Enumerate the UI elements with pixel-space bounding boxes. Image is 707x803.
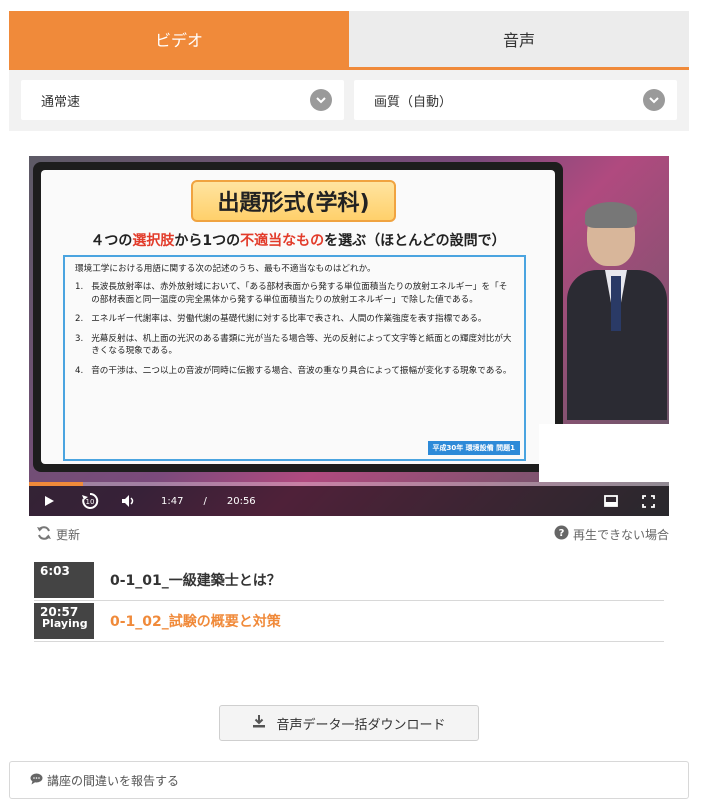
player-controls: 10 1:47 / 20:56 — [29, 486, 669, 516]
playing-badge: Playing — [42, 617, 88, 630]
playlist: 6:03 0-1_01_一級建築士とは？ 20:57 Playing 0-1_0… — [34, 560, 664, 642]
thumbnail-duration: 6:03 — [40, 564, 70, 578]
speed-select-value: 通常速 — [41, 94, 81, 110]
choice-text: 音の干渉は、二つ以上の音波が同時に伝搬する場合、音波の重なり具合によって振幅が変… — [91, 365, 512, 376]
slide-subtitle-part: ４つの — [90, 233, 133, 249]
player-footer: 更新 ? 再生できない場合 — [36, 524, 669, 544]
duration-time: 20:56 — [226, 495, 256, 507]
tab-video[interactable]: ビデオ — [9, 11, 349, 67]
media-tabs: ビデオ 音声 — [9, 11, 689, 70]
svg-text:?: ? — [559, 528, 565, 539]
playlist-item[interactable]: 6:03 0-1_01_一級建築士とは？ — [34, 560, 664, 601]
fullscreen-icon[interactable] — [642, 494, 655, 508]
playlist-item-title: 0-1_02_試験の概要と対策 — [110, 614, 281, 630]
choice-number: 3. — [75, 333, 84, 344]
refresh-label: 更新 — [56, 527, 81, 542]
playback-help-link[interactable]: ? 再生できない場合 — [554, 525, 669, 543]
slide-question-box: 環境工学における用語に関する次の記述のうち、最も不適当なものはどれか。 1. 長… — [63, 255, 526, 461]
slide-subtitle-part: を選ぶ（ほとんどの設問で） — [324, 233, 506, 249]
slide-question: 環境工学における用語に関する次の記述のうち、最も不適当なものはどれか。 — [75, 264, 376, 274]
choice-text: 長波長放射率は、赤外放射域において、「ある部材表面から発する単位面積当たりの放射… — [91, 282, 508, 305]
presenter-figure — [567, 202, 667, 420]
comment-icon — [30, 773, 43, 788]
choice-text: エネルギー代謝率は、労働代謝の基礎代謝に対する比率で表され、人間の作業強度を表す… — [91, 314, 487, 325]
slide-choice: 2. エネルギー代謝率は、労働代謝の基礎代謝に対する比率で表され、人間の作業強度… — [75, 313, 514, 325]
report-label: 講座の間違いを報告する — [47, 773, 180, 788]
audio-bulk-download-button[interactable]: 音声データ一括ダウンロード — [219, 705, 479, 741]
playlist-thumbnail: 20:57 Playing — [34, 603, 94, 639]
playlist-thumbnail: 6:03 — [34, 562, 94, 598]
playlist-item-active[interactable]: 20:57 Playing 0-1_02_試験の概要と対策 — [34, 601, 664, 642]
slide-subtitle-part: から1つの — [174, 233, 241, 249]
slide-subtitle: ４つの選択肢から1つの不適当なものを選ぶ（ほとんどの設問で） — [41, 230, 555, 250]
volume-icon[interactable] — [121, 494, 137, 508]
choice-number: 1. — [75, 282, 84, 293]
question-circle-icon: ? — [554, 525, 569, 543]
slide-source-tag: 平成30年 環境設備 問題1 — [427, 440, 520, 455]
chevron-down-icon — [310, 89, 332, 111]
play-icon[interactable] — [43, 495, 55, 507]
current-time: 1:47 — [161, 495, 184, 507]
skip-seconds-label: 10 — [86, 498, 95, 506]
tab-audio[interactable]: 音声 — [349, 11, 689, 67]
speed-select[interactable]: 通常速 — [21, 80, 344, 120]
skip-back-icon[interactable]: 10 — [81, 492, 99, 510]
video-slide: 出題形式(学科) ４つの選択肢から1つの不適当なものを選ぶ（ほとんどの設問で） … — [41, 170, 555, 464]
refresh-button[interactable]: 更新 — [36, 525, 80, 544]
video-slide-monitor: 出題形式(学科) ４つの選択肢から1つの不適当なものを選ぶ（ほとんどの設問で） … — [33, 162, 563, 472]
video-overlay-patch — [539, 424, 669, 482]
download-icon — [252, 714, 266, 732]
playback-help-label: 再生できない場合 — [572, 527, 669, 542]
download-label: 音声データ一括ダウンロード — [276, 717, 446, 733]
choice-number: 2. — [75, 314, 84, 325]
slide-choice: 3. 光幕反射は、机上面の光沢のある書類に光が当たる場合等、光の反射によって文字… — [75, 333, 514, 358]
quality-select-value: 画質（自動） — [374, 94, 453, 110]
slide-title: 出題形式(学科) — [191, 180, 396, 222]
theater-mode-icon[interactable] — [604, 495, 618, 507]
report-error-button[interactable]: 講座の間違いを報告する — [9, 761, 689, 799]
media-panel: ビデオ 音声 通常速 画質（自動） — [9, 11, 689, 131]
slide-choice: 1. 長波長放射率は、赤外放射域において、「ある部材表面から発する単位面積当たり… — [75, 281, 514, 306]
quality-select[interactable]: 画質（自動） — [354, 80, 677, 120]
refresh-icon — [36, 525, 52, 544]
playlist-item-title: 0-1_01_一級建築士とは？ — [110, 573, 281, 589]
video-player[interactable]: 出題形式(学科) ４つの選択肢から1つの不適当なものを選ぶ（ほとんどの設問で） … — [29, 156, 669, 516]
chevron-down-icon — [643, 89, 665, 111]
choice-number: 4. — [75, 365, 84, 376]
choice-text: 光幕反射は、机上面の光沢のある書類に光が当たる場合等、光の反射によって文字等と紙… — [91, 333, 512, 357]
slide-subtitle-highlight: 選択肢 — [132, 233, 175, 249]
slide-choice: 4. 音の干渉は、二つ以上の音波が同時に伝搬する場合、音波の重なり具合によって振… — [75, 365, 514, 377]
time-separator: / — [203, 495, 207, 507]
player-options: 通常速 画質（自動） — [9, 70, 689, 130]
slide-subtitle-highlight: 不適当なもの — [240, 233, 325, 249]
